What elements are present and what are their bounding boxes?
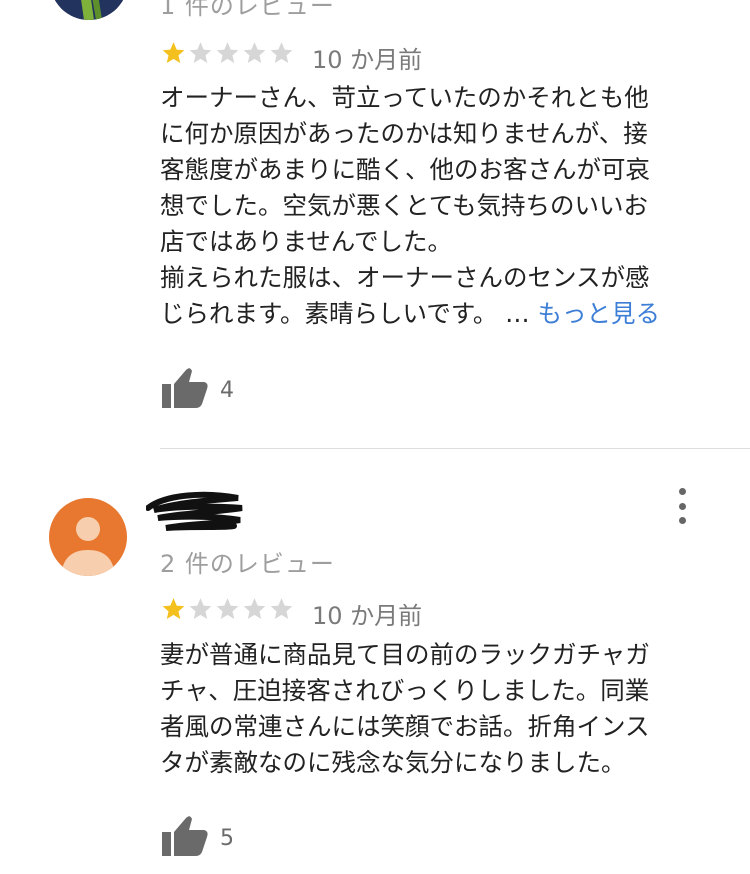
star-icon (243, 598, 266, 619)
review-text-line: じられます。素晴らしいです。 … もっと見る (160, 296, 720, 332)
thumbs-up-icon[interactable] (160, 366, 210, 410)
reviewer-avatar[interactable] (49, 498, 127, 576)
review-text-line: 妻が普通に商品見て目の前のラックガチャガ (160, 640, 650, 669)
review-text: 妻が普通に商品見て目の前のラックガチャガ チャ、圧迫接客されびっくりしました。同… (160, 637, 720, 781)
review-text-line: チャ、圧迫接客されびっくりしました。同業 (160, 676, 650, 705)
star-icon (189, 598, 212, 619)
review-text-line: 者風の常連さんには笑顔でお話。折角インス (160, 712, 650, 741)
like-count: 4 (220, 378, 234, 403)
review-text-line: に何か原因があったのかは知りませんが、接 (160, 119, 648, 148)
star-icon (162, 42, 185, 63)
review-text-line: オーナーさん、苛立っていたのかそれとも他 (160, 83, 649, 112)
more-vert-icon[interactable] (676, 488, 688, 524)
reviewer-review-count: 1 件のレビュー (160, 0, 335, 20)
star-icon (243, 42, 266, 63)
review-date: 10 か月前 (312, 46, 423, 74)
review-date: 10 か月前 (312, 602, 423, 630)
review-text: オーナーさん、苛立っていたのかそれとも他 に何か原因があったのかは知りませんが、… (160, 80, 720, 332)
review-text-truncated: じられます。素晴らしいです。 … (160, 299, 530, 328)
reviewer-avatar[interactable] (50, 0, 128, 20)
star-icon (270, 598, 293, 619)
avatar-image (50, 0, 128, 20)
redacted-reviewer-name (146, 491, 243, 531)
review-text-line: 揃えられた服は、オーナーさんのセンスが感 (160, 263, 650, 292)
review-divider (160, 448, 750, 449)
review-text-line: 店ではありませんでした。 (160, 227, 453, 256)
star-icon (162, 598, 185, 619)
see-more-link[interactable]: もっと見る (537, 299, 660, 328)
star-icon (216, 42, 239, 63)
star-rating (160, 40, 295, 66)
reviewer-review-count: 2 件のレビュー (160, 550, 335, 578)
review-text-line: タが素敵なのに残念な気分になりました。 (160, 748, 626, 777)
review-text-line: 客態度があまりに酷く、他のお客さんが可哀 (160, 155, 650, 184)
star-rating (160, 596, 295, 622)
default-person-icon (61, 517, 115, 576)
thumbs-up-icon[interactable] (160, 814, 210, 858)
star-icon (270, 42, 293, 63)
star-icon (216, 598, 239, 619)
like-count: 5 (220, 826, 234, 851)
star-icon (189, 42, 212, 63)
review-text-line: 想でした。空気が悪くとても気持ちのいいお (160, 191, 649, 220)
